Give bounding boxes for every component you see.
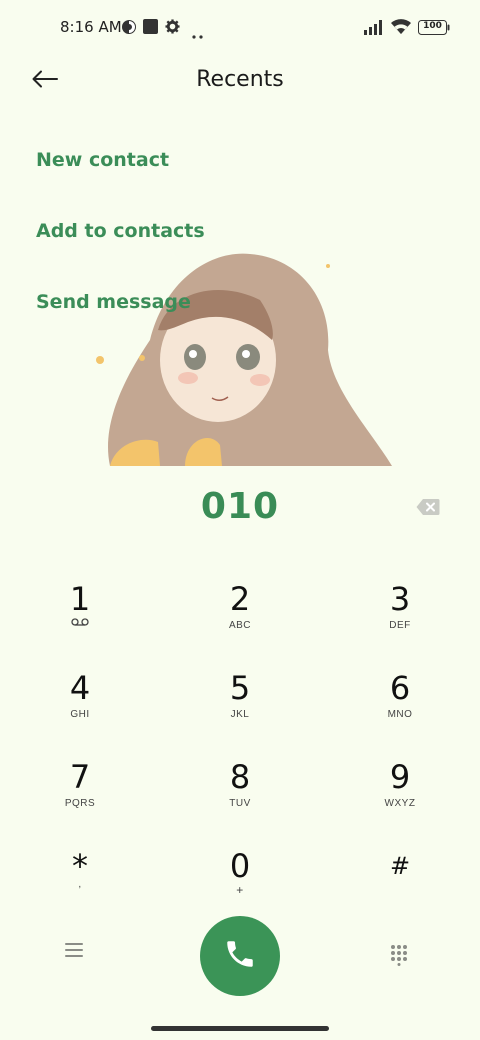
menu-button[interactable] (64, 942, 92, 968)
key-7[interactable]: 7 PQRS (20, 758, 140, 834)
key-letters: DEF (389, 620, 411, 631)
key-0[interactable]: 0 + (180, 847, 300, 923)
key-digit: 2 (229, 580, 251, 618)
more-dots-icon (192, 24, 204, 43)
key-digit: 4 (69, 669, 91, 707)
header: Recents (0, 56, 480, 106)
dialed-number-row: 010 (0, 486, 480, 532)
key-letters: WXYZ (384, 798, 416, 809)
key-1[interactable]: 1 (20, 580, 140, 656)
key-6[interactable]: 6 MNO (340, 669, 460, 745)
key-4[interactable]: 4 GHI (20, 669, 140, 745)
page-title: Recents (196, 67, 284, 92)
key-5[interactable]: 5 JKL (180, 669, 300, 745)
add-to-contacts-link[interactable]: Add to contacts (36, 217, 205, 288)
voicemail-icon (20, 618, 140, 629)
contact-actions: New contact Add to contacts Send message (36, 146, 205, 359)
status-time: 8:16 AM (60, 18, 122, 36)
signal-icon (364, 20, 386, 39)
key-digit: 0 (229, 847, 251, 885)
send-message-link[interactable]: Send message (36, 288, 205, 359)
wifi-icon (390, 18, 412, 39)
key-letters: JKL (230, 709, 250, 720)
backspace-icon (416, 499, 440, 520)
key-digit: 3 (389, 580, 411, 618)
key-digit: 7 (69, 758, 91, 796)
key-digit: # (389, 852, 411, 880)
new-contact-link[interactable]: New contact (36, 146, 205, 217)
dialed-number[interactable]: 010 (0, 486, 480, 527)
key-letters: + (236, 883, 244, 897)
vpn-icon (121, 19, 137, 39)
key-digit: 6 (389, 669, 411, 707)
key-digit: 9 (389, 758, 411, 796)
key-3[interactable]: 3 DEF (340, 580, 460, 656)
key-letters: TUV (229, 798, 251, 809)
key-letters: GHI (70, 709, 90, 720)
key-letters: , (78, 879, 82, 890)
square-app-icon (143, 19, 158, 38)
dialpad-button[interactable] (390, 944, 414, 968)
phone-icon (223, 937, 257, 975)
dialpad-icon (390, 945, 408, 970)
gear-icon (165, 19, 180, 38)
key-2[interactable]: 2 ABC (180, 580, 300, 656)
status-bar: 8:16 AM 100 (0, 0, 480, 56)
home-indicator[interactable] (151, 1026, 329, 1031)
key-letters: MNO (387, 709, 413, 720)
call-button[interactable] (200, 916, 280, 996)
key-digit: 5 (229, 669, 251, 707)
key-hash[interactable]: # (340, 847, 460, 923)
battery-level: 100 (423, 21, 442, 31)
key-letters: ABC (228, 620, 252, 631)
key-star[interactable]: * , (20, 847, 140, 923)
dialer-bottom-bar (0, 914, 480, 998)
key-digit: 1 (69, 580, 91, 618)
key-letters: PQRS (64, 798, 96, 809)
key-8[interactable]: 8 TUV (180, 758, 300, 834)
menu-icon (64, 943, 84, 962)
key-9[interactable]: 9 WXYZ (340, 758, 460, 834)
backspace-button[interactable] (416, 498, 440, 516)
key-digit: 8 (229, 758, 251, 796)
